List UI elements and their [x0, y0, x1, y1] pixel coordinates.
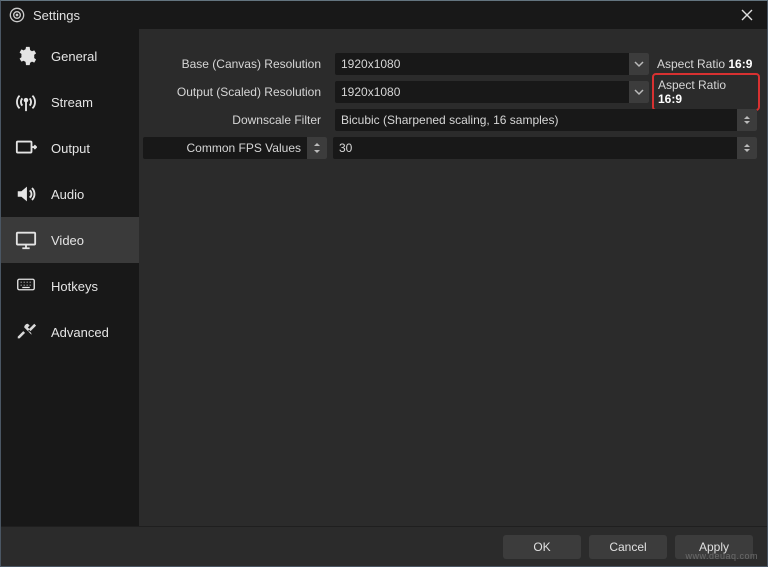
row-downscale-filter: Downscale Filter Bicubic (Sharpened scal…	[143, 109, 757, 131]
output-resolution-label: Output (Scaled) Resolution	[143, 85, 329, 99]
footer: OK Cancel Apply	[1, 526, 767, 566]
sidebar: General Stream Output Audio	[1, 29, 139, 526]
sidebar-item-stream[interactable]: Stream	[1, 79, 139, 125]
sidebar-item-audio[interactable]: Audio	[1, 171, 139, 217]
monitor-icon	[13, 227, 39, 253]
fps-mode-label: Common FPS Values	[187, 141, 302, 155]
body: General Stream Output Audio	[1, 29, 767, 526]
sidebar-item-output[interactable]: Output	[1, 125, 139, 171]
gear-icon	[13, 43, 39, 69]
output-resolution-value: 1920x1080	[341, 85, 400, 99]
stepper-icon	[737, 109, 757, 131]
base-resolution-select[interactable]: 1920x1080	[335, 53, 649, 75]
stepper-icon	[737, 137, 757, 159]
watermark: www.deuaq.com	[685, 551, 758, 561]
chevron-down-icon	[629, 81, 649, 103]
sidebar-item-advanced[interactable]: Advanced	[1, 309, 139, 355]
downscale-filter-label: Downscale Filter	[143, 113, 329, 127]
fps-mode-select[interactable]: Common FPS Values	[143, 137, 327, 159]
sidebar-item-label: Hotkeys	[51, 279, 98, 294]
base-resolution-label: Base (Canvas) Resolution	[143, 57, 329, 71]
sidebar-item-label: General	[51, 49, 97, 64]
output-icon	[13, 135, 39, 161]
row-fps: Common FPS Values 30	[143, 137, 757, 159]
sidebar-item-label: Advanced	[51, 325, 109, 340]
antenna-icon	[13, 89, 39, 115]
sidebar-item-general[interactable]: General	[1, 33, 139, 79]
output-resolution-select[interactable]: 1920x1080	[335, 81, 649, 103]
app-icon	[9, 7, 25, 23]
base-resolution-value: 1920x1080	[341, 57, 400, 71]
sidebar-item-label: Stream	[51, 95, 93, 110]
output-aspect-ratio: Aspect Ratio 16:9	[655, 76, 757, 108]
base-aspect-ratio: Aspect Ratio 16:9	[655, 57, 757, 71]
sidebar-item-label: Output	[51, 141, 90, 156]
row-output-resolution: Output (Scaled) Resolution 1920x1080 Asp…	[143, 81, 757, 103]
keyboard-icon	[13, 273, 39, 299]
sidebar-item-label: Audio	[51, 187, 84, 202]
tools-icon	[13, 319, 39, 345]
cancel-button[interactable]: Cancel	[589, 535, 667, 559]
chevron-down-icon	[629, 53, 649, 75]
titlebar: Settings	[1, 1, 767, 29]
fps-value: 30	[339, 141, 352, 155]
sidebar-item-hotkeys[interactable]: Hotkeys	[1, 263, 139, 309]
main-panel: Base (Canvas) Resolution 1920x1080 Aspec…	[139, 29, 767, 526]
sidebar-item-label: Video	[51, 233, 84, 248]
window-title: Settings	[33, 8, 80, 23]
close-button[interactable]	[733, 3, 761, 27]
fps-value-select[interactable]: 30	[333, 137, 757, 159]
stepper-icon	[307, 137, 327, 159]
row-base-resolution: Base (Canvas) Resolution 1920x1080 Aspec…	[143, 53, 757, 75]
speaker-icon	[13, 181, 39, 207]
downscale-filter-select[interactable]: Bicubic (Sharpened scaling, 16 samples)	[335, 109, 757, 131]
ok-button[interactable]: OK	[503, 535, 581, 559]
downscale-filter-value: Bicubic (Sharpened scaling, 16 samples)	[341, 113, 558, 127]
settings-window: Settings General Stream	[0, 0, 768, 567]
sidebar-item-video[interactable]: Video	[1, 217, 139, 263]
